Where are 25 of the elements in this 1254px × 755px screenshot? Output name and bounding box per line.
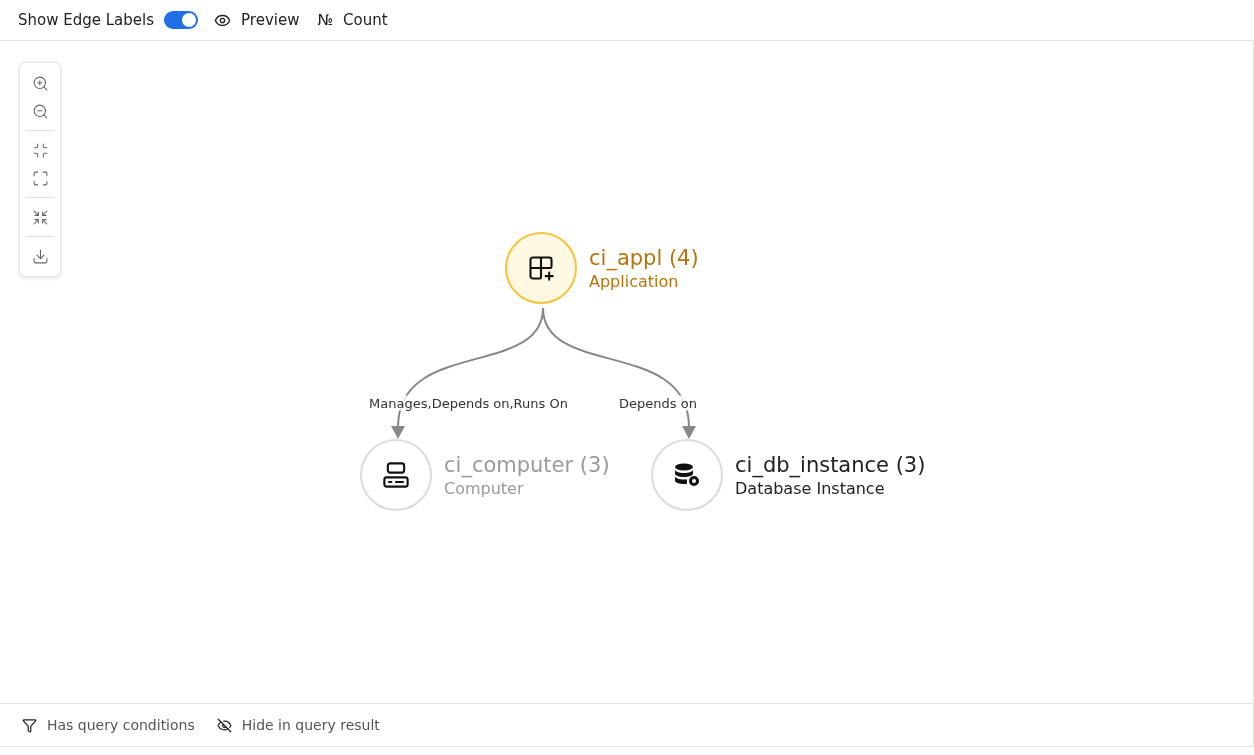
count-button[interactable]: № Count (313, 11, 392, 29)
node-name: ci_computer (3) (444, 452, 610, 477)
zoom-out-icon (31, 102, 49, 120)
node-type: Application (589, 271, 680, 291)
computer-icon (382, 461, 410, 489)
zoom-in-icon (31, 74, 49, 92)
node-type: Computer (444, 478, 525, 498)
eye-off-icon (216, 717, 232, 733)
edge-label: Depends on (617, 395, 699, 410)
database-gear-icon (673, 461, 701, 489)
shrink-arrows-icon (31, 208, 49, 226)
edge-label: Manages,Depends on,Runs On (367, 395, 570, 410)
legend-label: Hide in query result (241, 717, 380, 733)
toggle-label: Show Edge Labels (18, 11, 155, 29)
collapse-corners-icon (31, 141, 49, 159)
filter-icon (22, 717, 37, 733)
expand-corners-icon (31, 169, 49, 187)
preview-button[interactable]: Preview (210, 11, 304, 29)
node-name: ci_db_instance (3) (735, 452, 926, 477)
edge-labels-toggle[interactable] (164, 11, 199, 29)
node-type: Database Instance (735, 478, 886, 498)
node-name: ci_appl (4) (589, 245, 699, 270)
legend-label: Has query conditions (47, 717, 195, 733)
download-icon (31, 247, 49, 265)
grid-plus-icon (527, 254, 555, 282)
